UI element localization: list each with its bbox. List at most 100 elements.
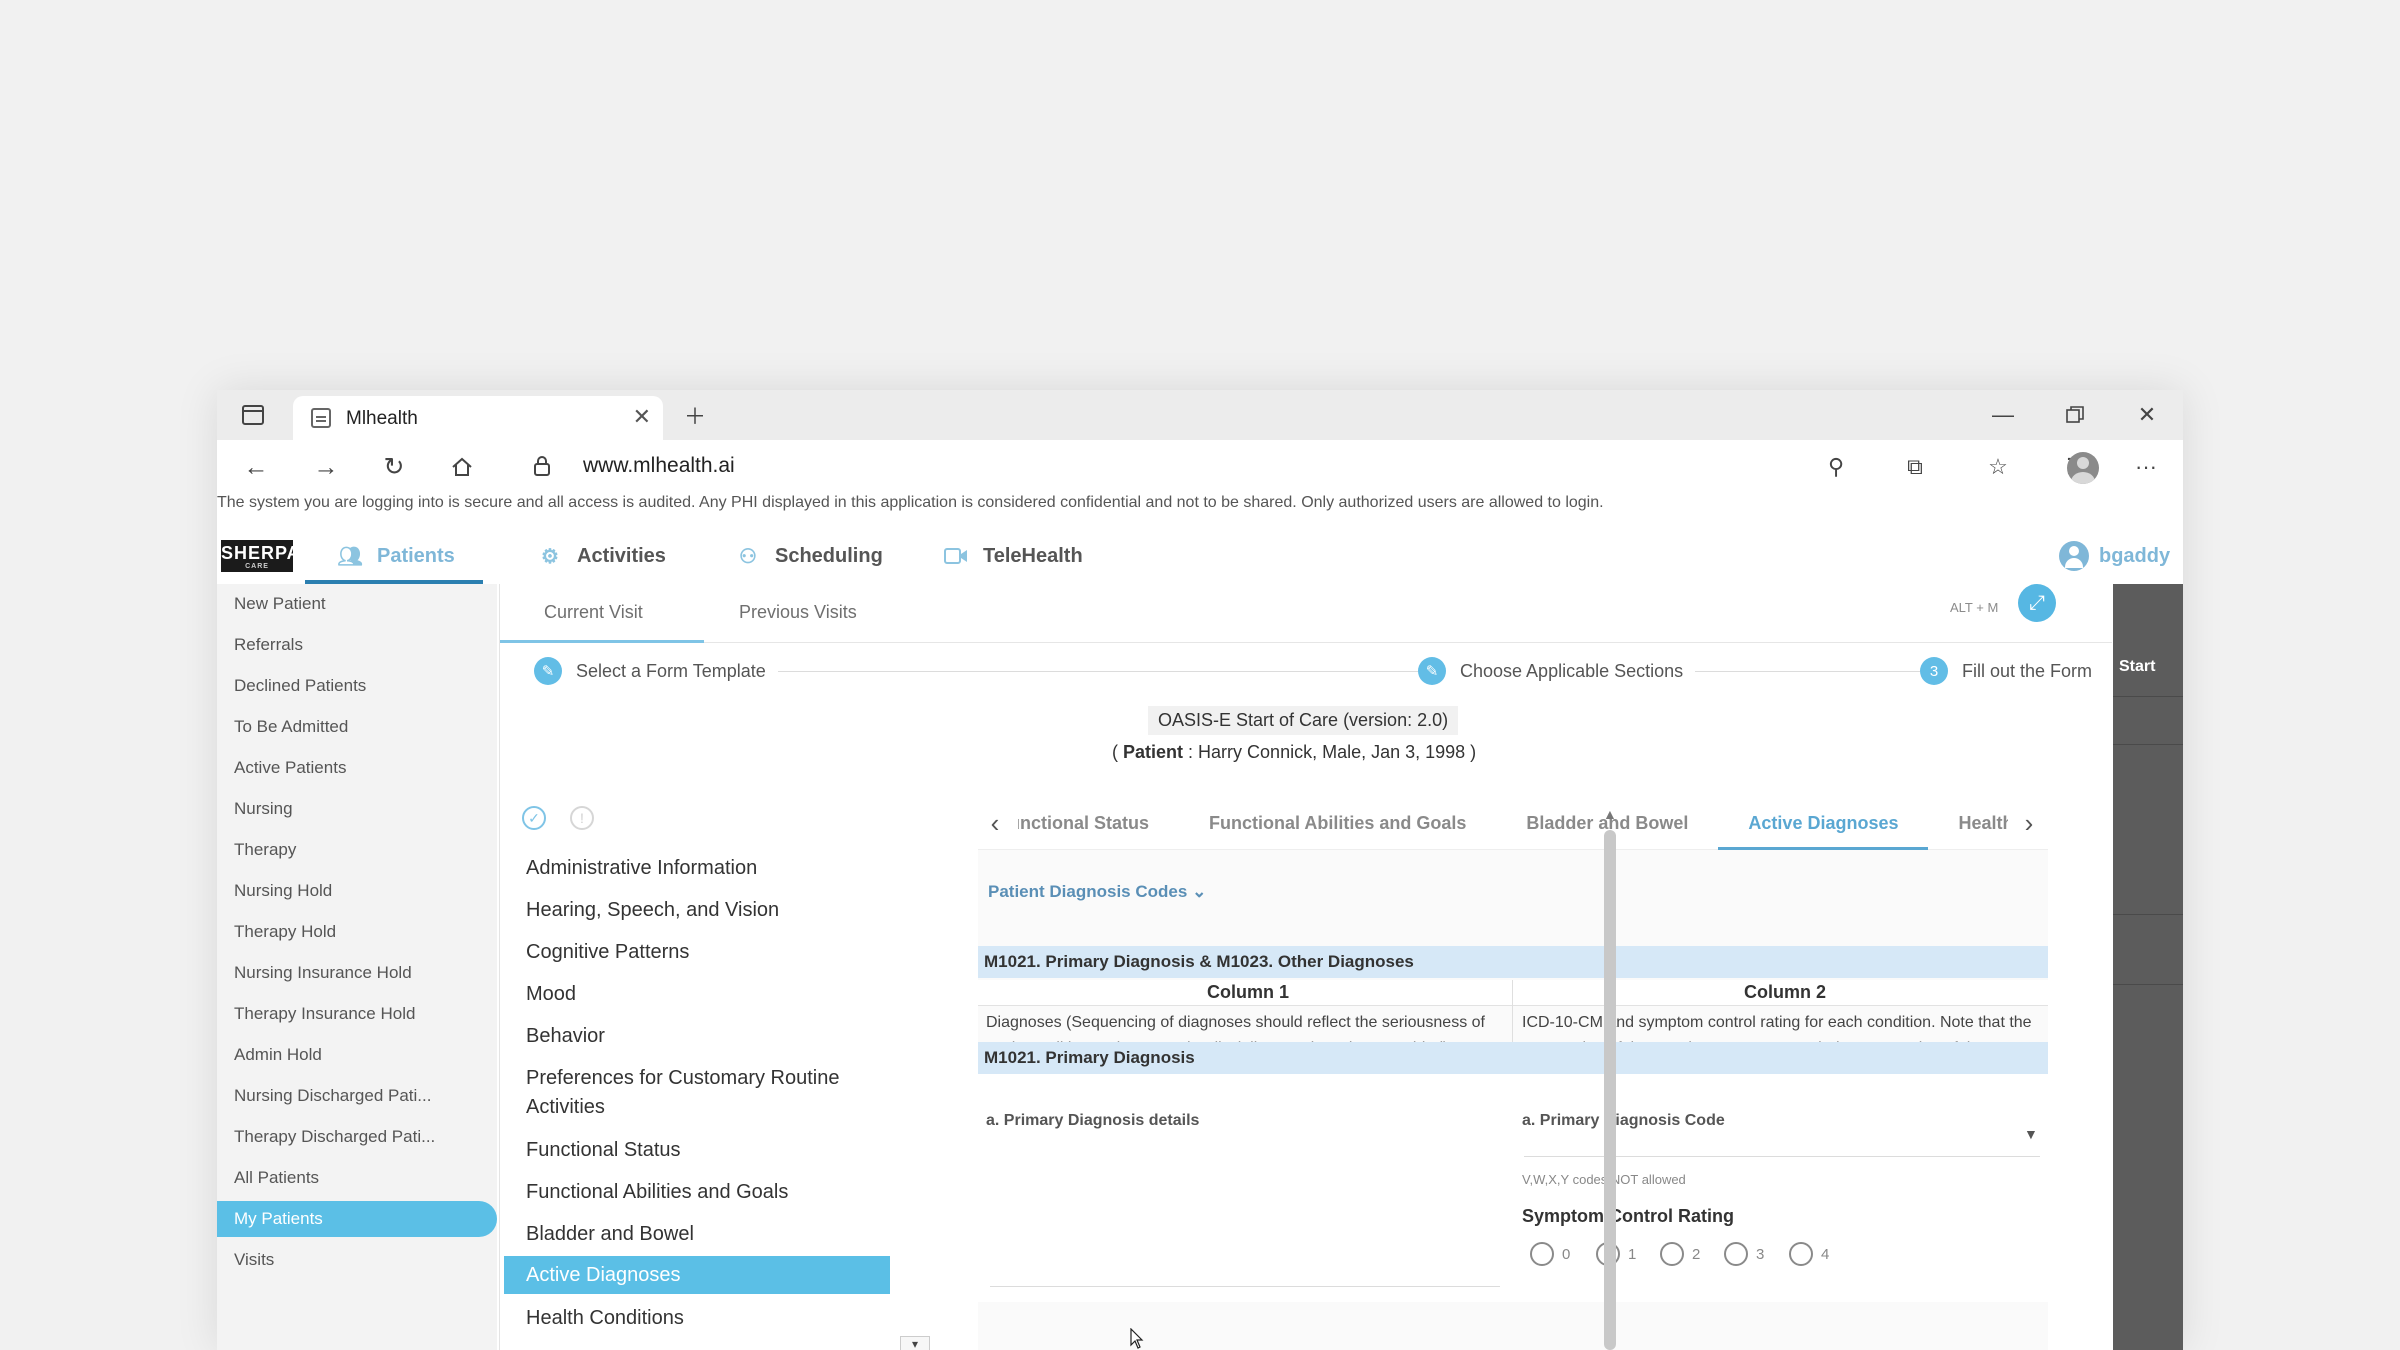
close-window-icon[interactable]: ✕ bbox=[2127, 400, 2167, 430]
primary-diagnosis-code-select[interactable]: a. Primary Diagnosis Code bbox=[1522, 1112, 1725, 1130]
radio-circle[interactable] bbox=[1530, 1242, 1554, 1266]
nav-patients-label: Patients bbox=[377, 544, 455, 567]
rating-radio-2[interactable]: 2 bbox=[1660, 1242, 1700, 1266]
browser-window: Mlhealth ✕ ＋ — ✕ ← → ↻ www.mlhealth.ai ☆… bbox=[217, 390, 2183, 1350]
scheduling-icon: ⚇ bbox=[739, 545, 757, 568]
step-label: Fill out the Form bbox=[1962, 660, 2093, 681]
radio-circle[interactable] bbox=[1789, 1242, 1813, 1266]
chevron-left-icon[interactable]: ‹ bbox=[980, 806, 1010, 840]
sidebar-item-declined-patients[interactable]: Declined Patients bbox=[217, 668, 497, 704]
add-favorite-icon[interactable]: ☆ bbox=[1981, 450, 2015, 484]
back-icon[interactable]: ← bbox=[239, 450, 273, 484]
dropdown-caret-icon[interactable]: ▼ bbox=[2024, 1126, 2038, 1142]
sidebar-item-nursing[interactable]: Nursing bbox=[217, 791, 497, 827]
reload-icon[interactable]: ↻ bbox=[377, 450, 411, 484]
section-bladder-bowel[interactable]: Bladder and Bowel bbox=[504, 1220, 890, 1249]
form-tab-active-diagnoses[interactable]: Active Diagnoses bbox=[1718, 796, 1929, 850]
section-functional-status[interactable]: Functional Status bbox=[504, 1136, 890, 1165]
sidebar-item-nursing-discharged[interactable]: Nursing Discharged Pati... bbox=[217, 1078, 497, 1114]
nav-telehealth[interactable]: TeleHealth bbox=[943, 538, 1083, 574]
sidebar-item-therapy-insurance-hold[interactable]: Therapy Insurance Hold bbox=[217, 996, 497, 1032]
section-administrative-information[interactable]: Administrative Information bbox=[504, 854, 890, 883]
browser-tab[interactable]: Mlhealth ✕ bbox=[293, 396, 663, 440]
user-menu[interactable]: bgaddy bbox=[2059, 538, 2170, 574]
sidebar-item-therapy-discharged[interactable]: Therapy Discharged Pati... bbox=[217, 1119, 497, 1155]
sidebar-item-nursing-hold[interactable]: Nursing Hold bbox=[217, 873, 497, 909]
patient-diagnosis-codes-toggle[interactable]: Patient Diagnosis Codes ⌄ bbox=[988, 882, 1206, 902]
sidebar-item-therapy-hold[interactable]: Therapy Hold bbox=[217, 914, 497, 950]
form-tab-health-conditions[interactable]: Health Conditions bbox=[1928, 796, 2008, 850]
tab-actions-icon[interactable] bbox=[237, 399, 269, 431]
minimize-icon[interactable]: — bbox=[1983, 400, 2023, 430]
lock-icon[interactable] bbox=[533, 455, 551, 477]
section-active-diagnoses[interactable]: Active Diagnoses bbox=[504, 1256, 890, 1294]
rating-radio-4[interactable]: 4 bbox=[1789, 1242, 1829, 1266]
radio-circle[interactable] bbox=[1724, 1242, 1748, 1266]
nav-scheduling[interactable]: ⚇ Scheduling bbox=[735, 538, 883, 574]
logo-subtext: CARE bbox=[245, 563, 269, 570]
extensions-icon[interactable]: ⚲ bbox=[1819, 450, 1853, 484]
section-scroll-button[interactable]: ▾ bbox=[900, 1336, 930, 1350]
rating-radio-0[interactable]: 0 bbox=[1530, 1242, 1570, 1266]
sidebar-item-to-be-admitted[interactable]: To Be Admitted bbox=[217, 709, 497, 745]
sidebar-item-new-patient[interactable]: New Patient bbox=[217, 586, 497, 622]
scrollbar-thumb[interactable] bbox=[1604, 830, 1616, 1350]
restore-icon[interactable] bbox=[2055, 400, 2095, 430]
shortcut-hint: ALT + M bbox=[1950, 600, 1999, 615]
sidebar-item-therapy[interactable]: Therapy bbox=[217, 832, 497, 868]
info-circle-icon[interactable]: ! bbox=[570, 806, 594, 830]
section-mood[interactable]: Mood bbox=[504, 980, 890, 1009]
sidebar-item-visits[interactable]: Visits bbox=[217, 1242, 497, 1278]
divider bbox=[2113, 696, 2183, 697]
section-hearing-speech-vision[interactable]: Hearing, Speech, and Vision bbox=[504, 896, 890, 925]
sidebar-item-referrals[interactable]: Referrals bbox=[217, 627, 497, 663]
section-behavior[interactable]: Behavior bbox=[504, 1022, 890, 1051]
form-tabs-bar: ‹ Functional StatusFunctional Abilities … bbox=[978, 796, 2048, 850]
sidebar-item-all-patients[interactable]: All Patients bbox=[217, 1160, 497, 1196]
form-tab-functional-status[interactable]: Functional Status bbox=[1018, 796, 1179, 850]
sidebar-item-my-patients[interactable]: My Patients bbox=[217, 1201, 497, 1237]
close-tab-icon[interactable]: ✕ bbox=[633, 404, 651, 430]
primary-diagnosis-details-field[interactable]: a. Primary Diagnosis details bbox=[986, 1112, 1199, 1130]
radio-circle[interactable] bbox=[1660, 1242, 1684, 1266]
profile-avatar-icon[interactable] bbox=[2067, 452, 2099, 484]
nav-patients[interactable]: 👥︎ Patients bbox=[337, 538, 455, 574]
sidebar-item-admin-hold[interactable]: Admin Hold bbox=[217, 1037, 497, 1073]
new-tab-icon[interactable]: ＋ bbox=[679, 399, 711, 431]
tab-previous-visits[interactable]: Previous Visits bbox=[739, 602, 857, 623]
more-icon[interactable]: ··· bbox=[2129, 450, 2163, 484]
step-label: Choose Applicable Sections bbox=[1460, 660, 1684, 681]
scroll-up-icon[interactable]: ▲ bbox=[1603, 806, 1617, 822]
step-choose-sections[interactable]: ✎ Choose Applicable Sections bbox=[1418, 656, 1696, 686]
form-title: OASIS-E Start of Care (version: 2.0) bbox=[1148, 706, 1459, 735]
tab-current-visit[interactable]: Current Visit bbox=[544, 602, 643, 623]
activities-icon: ⚙︎ bbox=[541, 545, 559, 568]
sherpa-logo[interactable]: SHERPA CARE bbox=[221, 540, 300, 572]
home-icon[interactable] bbox=[445, 450, 479, 484]
sidebar-item-active-patients[interactable]: Active Patients bbox=[217, 750, 497, 786]
forward-icon[interactable]: → bbox=[309, 450, 343, 484]
form-panel: ‹ Functional StatusFunctional Abilities … bbox=[978, 796, 2048, 1350]
collections-icon[interactable]: ⧉ bbox=[1898, 450, 1932, 484]
section-cognitive-patterns[interactable]: Cognitive Patterns bbox=[504, 938, 890, 967]
chevron-right-icon[interactable]: › bbox=[2014, 806, 2044, 840]
expand-button[interactable]: ⤢ bbox=[2018, 584, 2056, 622]
user-icon bbox=[2059, 541, 2089, 571]
step-fill-form[interactable]: 3 Fill out the Form bbox=[1920, 656, 2105, 686]
group-title: Patient Diagnosis Codes bbox=[988, 882, 1188, 901]
address-bar-url[interactable]: www.mlhealth.ai bbox=[583, 454, 735, 478]
section-preferences[interactable]: Preferences for Customary Routine Activi… bbox=[504, 1064, 890, 1122]
primary-diagnosis-row bbox=[978, 1074, 2048, 1302]
section-health-conditions[interactable]: Health Conditions bbox=[504, 1304, 890, 1333]
browser-tab-strip: Mlhealth ✕ ＋ — ✕ bbox=[217, 390, 2183, 440]
check-circle-icon[interactable]: ✓ bbox=[522, 806, 546, 830]
section-functional-abilities[interactable]: Functional Abilities and Goals bbox=[504, 1178, 890, 1207]
divider bbox=[2113, 984, 2183, 985]
form-scrollbar[interactable]: ▲ bbox=[1599, 806, 1621, 1350]
nav-activities[interactable]: ⚙︎ Activities bbox=[537, 538, 666, 574]
symptom-control-rating-label: Symptom Control Rating bbox=[1522, 1206, 1734, 1226]
rating-radio-3[interactable]: 3 bbox=[1724, 1242, 1764, 1266]
form-tab-functional-abilities[interactable]: Functional Abilities and Goals bbox=[1179, 796, 1496, 850]
step-select-template[interactable]: ✎ Select a Form Template bbox=[534, 656, 778, 686]
sidebar-item-nursing-insurance-hold[interactable]: Nursing Insurance Hold bbox=[217, 955, 497, 991]
